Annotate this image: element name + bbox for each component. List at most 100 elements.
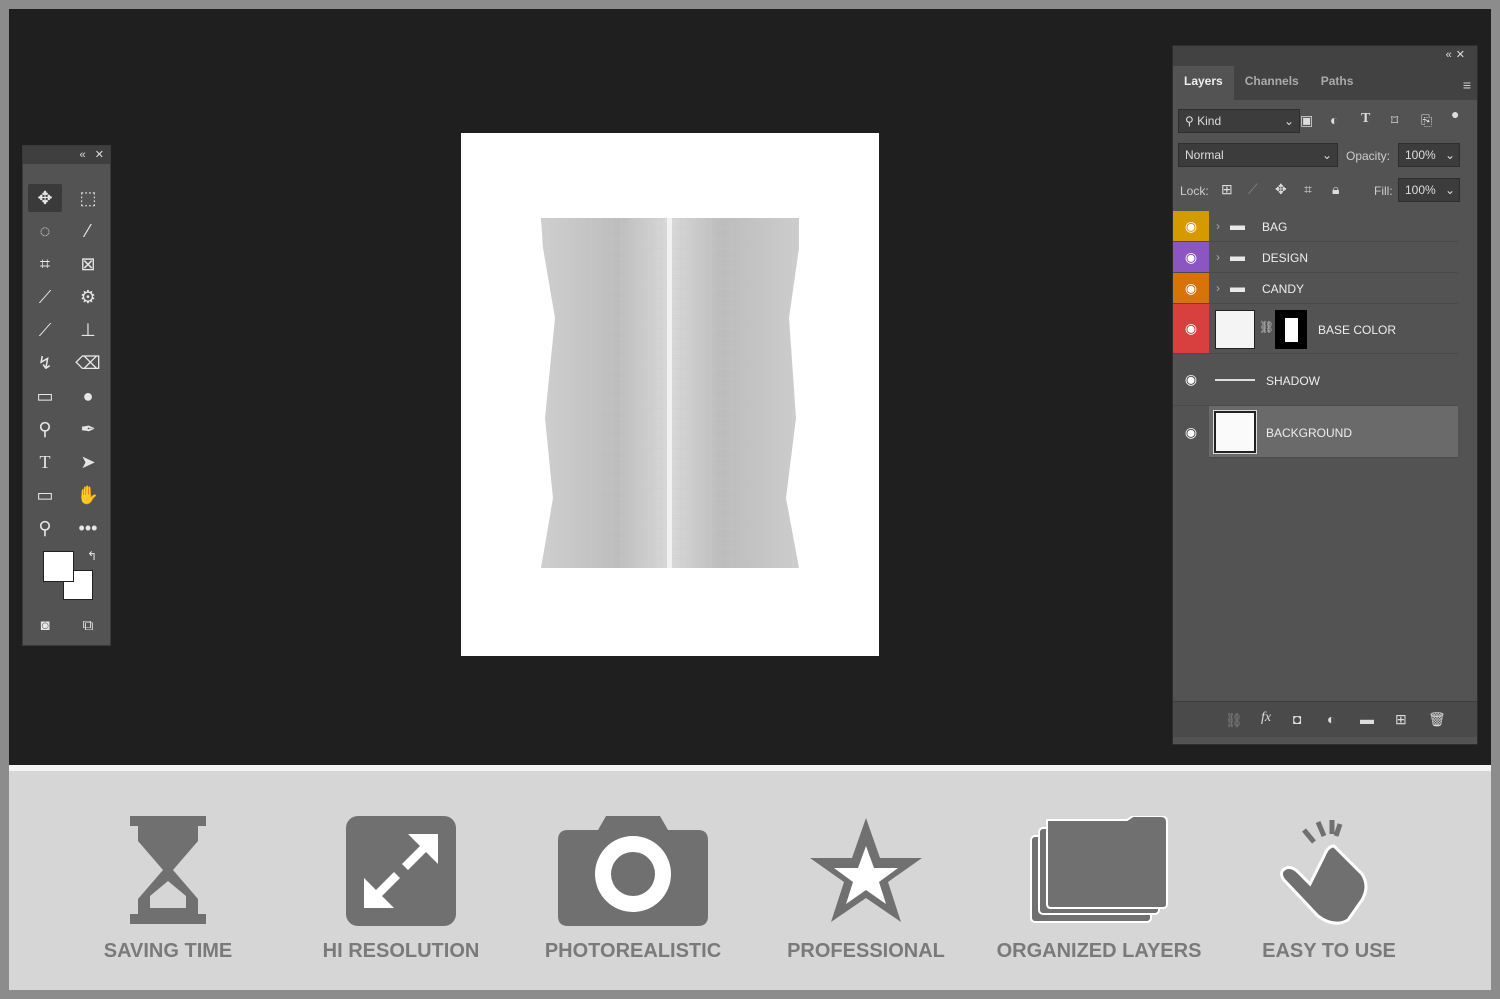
- eyedropper-tool-icon[interactable]: ⟋: [28, 283, 62, 311]
- gradient-tool-icon[interactable]: ▭: [28, 382, 62, 410]
- add-mask-icon[interactable]: ◘: [1293, 711, 1301, 727]
- move-tool-icon[interactable]: ✥: [28, 184, 62, 212]
- dodge-tool-icon[interactable]: ⚲: [28, 415, 62, 443]
- stamp-tool-icon[interactable]: ⊥: [71, 316, 105, 344]
- zoom-tool-icon[interactable]: ⚲: [28, 514, 62, 542]
- expand-chevron-icon[interactable]: ›: [1216, 219, 1220, 233]
- layer-thumbnail: [1213, 410, 1257, 454]
- rectangle-tool-icon[interactable]: ▭: [28, 481, 62, 509]
- folders-icon: [1030, 816, 1168, 923]
- lock-artboard-icon[interactable]: ⌗: [1304, 181, 1312, 198]
- expand-chevron-icon[interactable]: ›: [1216, 281, 1220, 295]
- layer-group-design[interactable]: ◉ › ▬ DESIGN: [1173, 242, 1458, 273]
- feature-hi-resolution: HI RESOLUTION: [291, 816, 511, 963]
- features-banner: SAVING TIME HI RESOLUTION PHOTOREALISTIC…: [9, 771, 1491, 990]
- tab-paths[interactable]: Paths: [1310, 66, 1365, 100]
- swap-colors-icon[interactable]: ↰: [75, 542, 109, 570]
- delete-layer-icon[interactable]: 🗑︎: [1428, 711, 1446, 728]
- lock-all-icon[interactable]: 🔒︎: [1332, 181, 1339, 198]
- layer-base-color[interactable]: ◉ ⛓ BASE COLOR: [1173, 304, 1458, 354]
- filter-kind-select[interactable]: ⚲ Kind ⌄: [1178, 109, 1300, 133]
- tap-hand-icon: [1279, 820, 1368, 925]
- layer-name: BAG: [1262, 220, 1288, 234]
- patch-tool-icon[interactable]: ⚙: [71, 283, 105, 311]
- lasso-tool-icon[interactable]: ◌: [28, 217, 62, 245]
- layer-shadow[interactable]: ◉ SHADOW: [1173, 354, 1458, 406]
- feature-photorealistic: PHOTOREALISTIC: [523, 816, 743, 963]
- more-tools-icon[interactable]: •••: [71, 514, 105, 542]
- adjustment-layer-icon[interactable]: ◐: [1327, 711, 1335, 727]
- camera-icon: [558, 816, 708, 926]
- layer-name: BACKGROUND: [1266, 426, 1353, 440]
- tab-layers[interactable]: Layers: [1173, 66, 1234, 100]
- eraser-tool-icon[interactable]: ⌫: [71, 349, 105, 377]
- visibility-eye-icon[interactable]: ◉: [1173, 304, 1209, 353]
- blend-mode-select[interactable]: Normal ⌄: [1178, 143, 1338, 167]
- expand-icon: [346, 816, 456, 926]
- feature-saving-time: SAVING TIME: [58, 816, 278, 963]
- layer-group-bag[interactable]: ◉ › ▬ BAG: [1173, 211, 1458, 242]
- layer-name: BASE COLOR: [1318, 323, 1397, 337]
- expand-chevron-icon[interactable]: ›: [1216, 250, 1220, 264]
- brush-tool-icon[interactable]: ⟋: [28, 316, 62, 344]
- visibility-eye-icon[interactable]: ◉: [1173, 273, 1209, 303]
- document-canvas[interactable]: [461, 133, 879, 656]
- magic-wand-tool-icon[interactable]: ⁄: [71, 217, 105, 245]
- hourglass-icon: [130, 816, 206, 924]
- lock-transparency-icon[interactable]: ⊞: [1221, 181, 1233, 198]
- link-layers-icon[interactable]: ⛓: [1225, 712, 1243, 729]
- feature-professional: PROFESSIONAL: [756, 816, 976, 963]
- visibility-eye-icon[interactable]: ◉: [1173, 211, 1209, 241]
- pen-tool-icon[interactable]: ✒: [71, 415, 105, 443]
- bag-mockup-image: [541, 218, 799, 568]
- visibility-eye-icon[interactable]: ◉: [1173, 406, 1209, 458]
- fill-input[interactable]: 100% ⌄: [1398, 178, 1460, 202]
- layers-panel: «✕ Layers Channels Paths ≡ ⚲ Kind ⌄ ▣ ◐ T…: [1172, 45, 1478, 745]
- filter-toggle-icon[interactable]: ●: [1451, 106, 1459, 122]
- tools-panel-header: « ✕: [23, 146, 110, 164]
- opacity-label: Opacity:: [1346, 149, 1391, 163]
- frame-tool-icon[interactable]: ⊠: [71, 250, 105, 278]
- visibility-eye-icon[interactable]: ◉: [1173, 242, 1209, 272]
- marquee-tool-icon[interactable]: ⬚: [71, 184, 105, 212]
- feature-organized-layers: ORGANIZED LAYERS: [989, 816, 1209, 963]
- feature-easy-to-use: EASY TO USE: [1219, 816, 1439, 963]
- layer-name: CANDY: [1262, 282, 1305, 296]
- type-tool-icon[interactable]: T: [28, 448, 62, 476]
- hand-tool-icon[interactable]: ✋: [71, 481, 105, 509]
- filter-adjustment-icon[interactable]: ◐: [1330, 112, 1338, 128]
- layer-thumbnail: [1215, 310, 1255, 349]
- filter-type-icon[interactable]: T: [1361, 111, 1370, 127]
- layer-name: DESIGN: [1262, 251, 1309, 265]
- screen-mode-icon[interactable]: ⧉: [71, 612, 105, 640]
- lock-label: Lock:: [1180, 184, 1209, 198]
- panel-collapse-close[interactable]: «✕: [1173, 46, 1477, 64]
- fill-label: Fill:: [1374, 184, 1393, 198]
- panel-menu-icon[interactable]: ≡: [1463, 70, 1477, 100]
- crop-tool-icon[interactable]: ⌗: [28, 250, 62, 278]
- foreground-color-swatch[interactable]: [43, 551, 74, 582]
- filter-smart-object-icon[interactable]: ⎘: [1421, 112, 1432, 129]
- new-layer-icon[interactable]: ⊞: [1395, 711, 1407, 728]
- history-brush-tool-icon[interactable]: ↯: [28, 349, 62, 377]
- mask-link-icon[interactable]: ⛓: [1259, 320, 1274, 334]
- opacity-input[interactable]: 100% ⌄: [1398, 143, 1460, 167]
- path-select-tool-icon[interactable]: ➤: [71, 448, 105, 476]
- folder-icon: ▬: [1230, 248, 1245, 265]
- visibility-eye-icon[interactable]: ◉: [1173, 354, 1209, 405]
- filter-shape-icon[interactable]: ⌑: [1391, 112, 1398, 129]
- fx-icon[interactable]: fx: [1261, 710, 1271, 726]
- quick-mask-icon[interactable]: ◙: [28, 612, 62, 640]
- blur-tool-icon[interactable]: ●: [71, 382, 105, 410]
- lock-position-icon[interactable]: ✥: [1275, 181, 1287, 198]
- filter-pixel-icon[interactable]: ▣: [1300, 112, 1313, 129]
- new-group-icon[interactable]: ▬: [1360, 711, 1374, 727]
- tab-channels[interactable]: Channels: [1234, 66, 1310, 100]
- layer-group-candy[interactable]: ◉ › ▬ CANDY: [1173, 273, 1458, 304]
- folder-icon: ▬: [1230, 279, 1245, 296]
- layer-background-selected[interactable]: BACKGROUND: [1209, 406, 1458, 458]
- folder-icon: ▬: [1230, 217, 1245, 234]
- lock-pixels-icon[interactable]: ⟋: [1248, 181, 1258, 198]
- tools-panel: « ✕ ✥ ⬚ ◌ ⁄ ⌗ ⊠ ⟋ ⚙ ⟋ ⊥ ↯ ⌫ ▭ ● ⚲ ✒ T ➤ …: [22, 145, 111, 646]
- layer-mask-thumbnail[interactable]: [1275, 310, 1307, 349]
